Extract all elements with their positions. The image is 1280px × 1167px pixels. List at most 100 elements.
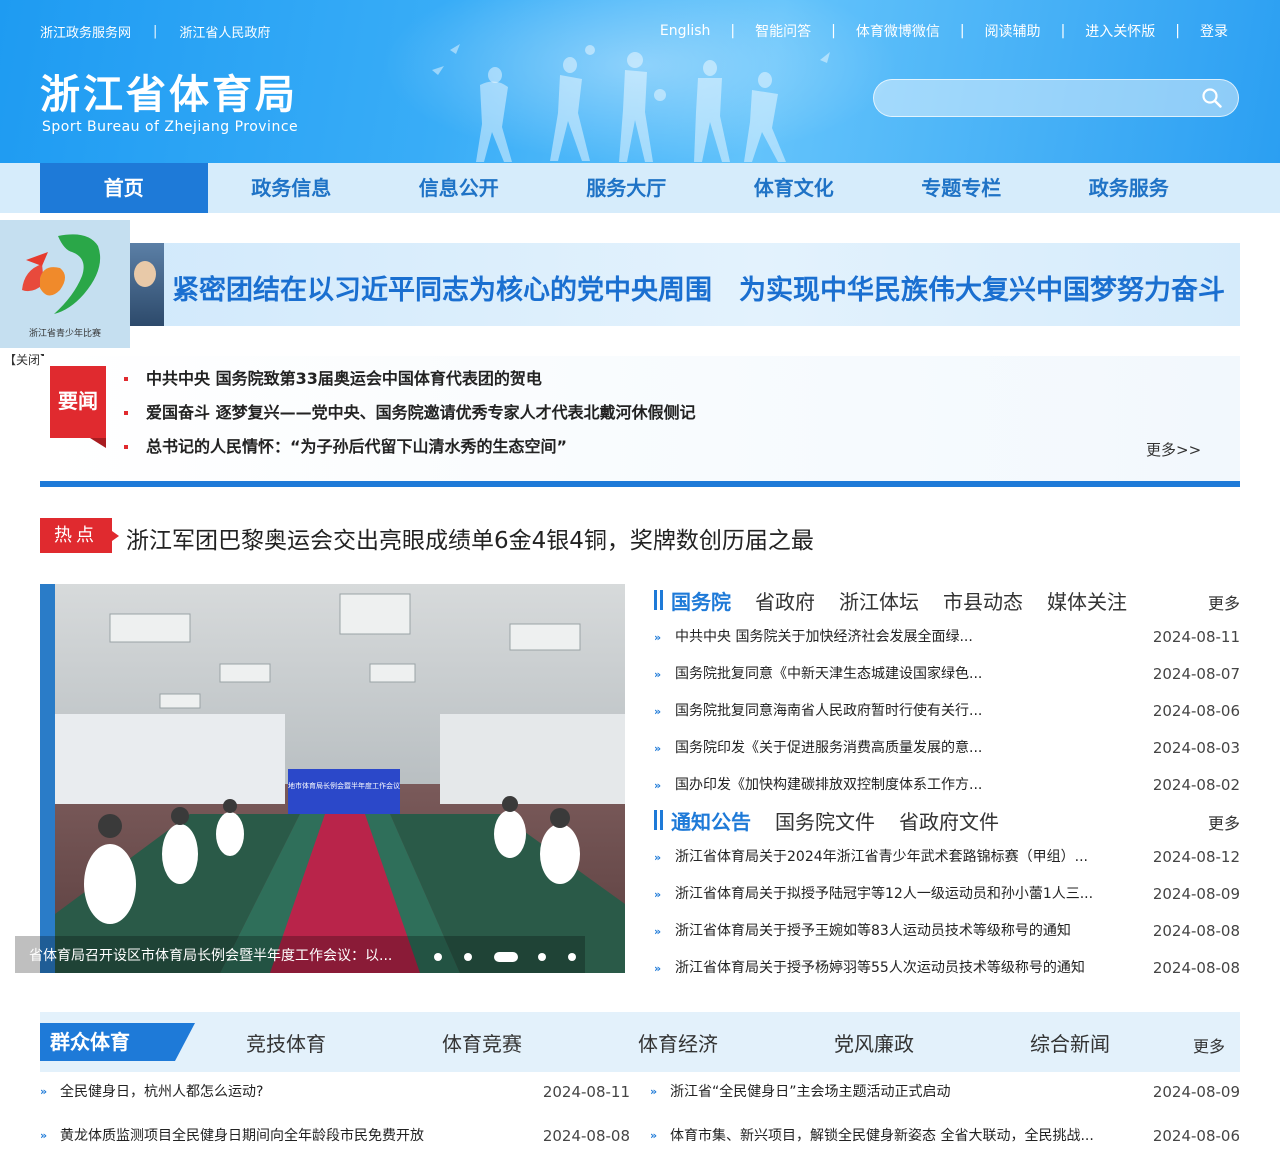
panel2-more-link[interactable]: 更多 [1208,810,1240,834]
search-icon[interactable] [1202,88,1222,108]
athletes-silhouette-icon [432,44,830,162]
headline-item[interactable]: 中共中央 国务院致第33届奥运会中国体育代表团的贺电 [124,360,696,394]
hot-tag: 热点 [40,518,119,553]
photo-caption-bar: 省体育局召开设区市体育局长例会暨半年度工作会议：以... [15,936,585,973]
news-panel-notices: 通知公告 国务院文件 省政府文件 更多 » 浙江省体育局关于2024年浙江省青少年… [654,805,1240,987]
nav-info-disclosure[interactable]: 信息公开 [375,163,543,213]
tab-state-council[interactable]: 国务院 [671,586,731,615]
banner-slogan: 紧密团结在以习近平同志为核心的党中央周围 为实现中华民族伟大复兴中国梦努力奋斗 [172,275,1225,306]
search-input[interactable] [890,87,1194,111]
youth-games-logo-icon [22,234,101,314]
tab-competitive-sports[interactable]: 竞技体育 [246,1028,326,1057]
tab-marker [654,590,657,610]
link-care-version[interactable]: 进入关怀版 [1085,21,1155,41]
link-login[interactable]: 登录 [1200,21,1228,41]
carousel-left-strip [40,584,55,973]
separator: | [1060,23,1066,39]
list-item[interactable]: » 国办印发《加快构建碳排放双控制度体系工作方... 2024-08-02 [654,767,1240,804]
tab-mass-sports[interactable]: 群众体育 [40,1023,195,1061]
carousel-dot[interactable] [434,953,442,961]
list-item[interactable]: » 中共中央 国务院关于加快经济社会发展全面绿... 2024-08-11 [654,619,1240,656]
tab-provincial-gov[interactable]: 省政府 [755,586,815,615]
separator: | [153,24,158,39]
list-item[interactable]: » 浙江省体育局关于授予杨婷羽等55人次运动员技术等级称号的通知 2024-08-0… [654,950,1240,987]
site-header: 浙江政务服务网 | 浙江省人民政府 English | 智能问答 | 体育微博微… [0,0,1280,163]
arrow-icon: » [654,631,662,644]
photo-screen-text: 地市体育局长例会暨半年度工作会议 [288,781,400,790]
tag-fold [90,438,106,448]
tab-notices[interactable]: 通知公告 [671,806,751,835]
headline-more-link[interactable]: 更多>> [1146,439,1201,460]
main-nav: 首页 政务信息 信息公开 服务大厅 体育文化 专题专栏 政务服务 [0,163,1280,213]
list-item[interactable]: » 体育市集、新兴项目，解锁全民健身新姿态 全省大联动，全民挑战... 2024-0… [650,1119,1240,1163]
carousel-dot[interactable] [538,953,546,961]
list-item[interactable]: » 国务院批复同意《中新天津生态城建设国家绿色... 2024-08-07 [654,656,1240,693]
nav-gov-services[interactable]: 政务服务 [1045,163,1213,213]
arrow-icon: » [654,742,662,755]
bottom-list-left: » 全民健身日，杭州人都怎么运动? 2024-08-11 » 黄龙体质监测项目全民健身… [40,1075,630,1163]
hot-headline[interactable]: 浙江军团巴黎奥运会交出亮眼成绩单6金4银4铜，奖牌数创历届之最 [126,521,814,555]
arrow-icon: » [654,779,662,792]
carousel-dots [434,952,598,962]
tab-marker [660,810,663,830]
carousel-dot[interactable] [464,953,472,961]
tab-state-council-docs[interactable]: 国务院文件 [775,806,875,835]
news-panel-state-council: 国务院 省政府 浙江体坛 市县动态 媒体关注 更多 » 中共中央 国务院关于加快经… [654,585,1240,804]
headline-item[interactable]: 爱国奋斗 逐梦复兴——党中央、国务院邀请优秀专家人才代表北戴河休假侧记 [124,394,696,428]
tab-city-county[interactable]: 市县动态 [943,586,1023,615]
list-item[interactable]: » 全民健身日，杭州人都怎么运动? 2024-08-11 [40,1075,630,1119]
headline-news: 要闻 中共中央 国务院致第33届奥运会中国体育代表团的贺电 爱国奋斗 逐梦复兴—… [40,356,1240,481]
headline-item[interactable]: 总书记的人民情怀：“为子孙后代留下山清水秀的生态空间” [124,428,696,462]
search-box [873,79,1239,117]
site-logo-subtitle: Sport Bureau of Zhejiang Province [42,119,299,135]
tab-provincial-docs[interactable]: 省政府文件 [899,806,999,835]
arrow-icon: » [654,668,662,681]
arrow-icon: » [650,1129,658,1142]
list-item[interactable]: » 浙江省体育局关于拟授予陆冠宇等12人一级运动员和孙小蕾1人三... 2024-0… [654,876,1240,913]
nav-service-hall[interactable]: 服务大厅 [543,163,711,213]
link-zj-gov-service[interactable]: 浙江政务服务网 [40,22,131,41]
portrait-image [128,243,164,326]
tab-general-news[interactable]: 综合新闻 [1030,1028,1110,1057]
mass-sports-section-header: 群众体育 竞技体育 体育竞赛 体育经济 党风廉政 综合新闻 更多 [40,1012,1240,1072]
tab-sports-economy[interactable]: 体育经济 [638,1028,718,1057]
separator: | [959,23,965,39]
photo-carousel[interactable]: 地市体育局长例会暨半年度工作会议 [40,584,625,973]
link-reading-aid[interactable]: 阅读辅助 [985,21,1041,41]
list-item[interactable]: » 国务院印发《关于促进服务消费高质量发展的意... 2024-08-03 [654,730,1240,767]
nav-gov-info[interactable]: 政务信息 [208,163,376,213]
list-item[interactable]: » 黄龙体质监测项目全民健身日期间向全年龄段市民免费开放 2024-08-08 [40,1119,630,1163]
arrow-icon: » [650,1085,658,1098]
nav-home[interactable]: 首页 [40,163,208,213]
tab-party-integrity[interactable]: 党风廉政 [834,1028,914,1057]
nav-special-topics[interactable]: 专题专栏 [878,163,1046,213]
headline-tag: 要闻 [50,366,106,438]
site-logo-title[interactable]: 浙江省体育局 [40,62,298,120]
carousel-dot-active[interactable] [494,952,518,962]
list-item[interactable]: » 浙江省体育局关于授予王婉如等83人运动员技术等级称号的通知 2024-08-08 [654,913,1240,950]
floating-ad[interactable]: 浙江省青少年比赛 [0,220,130,348]
arrow-icon: » [40,1129,48,1142]
bottom-more-link[interactable]: 更多 [1193,1033,1225,1057]
arrow-icon: » [654,925,662,938]
link-zj-gov[interactable]: 浙江省人民政府 [179,22,270,41]
nav-sports-culture[interactable]: 体育文化 [710,163,878,213]
separator: | [1175,23,1180,39]
slogan-banner[interactable]: 紧密团结在以习近平同志为核心的党中央周围 为实现中华民族伟大复兴中国梦努力奋斗 [40,243,1240,326]
tab-sports-competitions[interactable]: 体育竞赛 [442,1028,522,1057]
bottom-list-right: » 浙江省“全民健身日”主会场主题活动正式启动 2024-08-09 » 体育市集、新… [650,1075,1240,1163]
arrow-icon: » [654,705,662,718]
tab-zj-sports[interactable]: 浙江体坛 [839,586,919,615]
tab-marker [660,590,663,610]
carousel-dot[interactable] [568,953,576,961]
arrow-icon: » [40,1085,48,1098]
tab-media[interactable]: 媒体关注 [1047,586,1127,615]
panel1-more-link[interactable]: 更多 [1208,590,1240,614]
list-item[interactable]: » 国务院批复同意海南省人民政府暂时行使有关行... 2024-08-06 [654,693,1240,730]
arrow-icon: » [654,962,662,975]
meeting-photo: 地市体育局长例会暨半年度工作会议 [55,584,625,973]
list-item[interactable]: » 浙江省“全民健身日”主会场主题活动正式启动 2024-08-09 [650,1075,1240,1119]
link-weibo-wechat[interactable]: 体育微博微信 [856,21,940,41]
list-item[interactable]: » 浙江省体育局关于2024年浙江省青少年武术套路锦标赛（甲组）... 2024-0… [654,839,1240,876]
photo-caption[interactable]: 省体育局召开设区市体育局长例会暨半年度工作会议：以... [29,945,419,965]
